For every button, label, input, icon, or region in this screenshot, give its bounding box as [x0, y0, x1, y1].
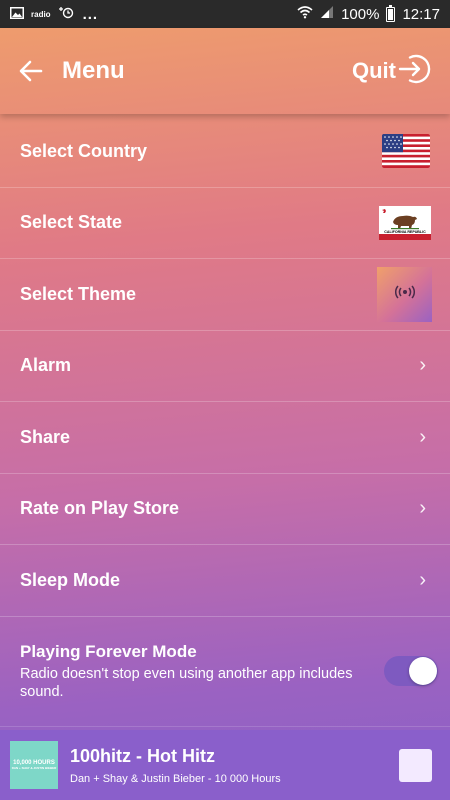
- menu-item-label: Alarm: [20, 355, 72, 376]
- california-flag-text: CALIFORNIA REPUBLIC: [384, 230, 426, 234]
- wifi-icon: [297, 5, 313, 23]
- album-art: 10,000 HOURS DAN + SHAY & JUSTIN BIEBER: [10, 741, 58, 789]
- california-flag-icon: CALIFORNIA REPUBLIC: [379, 205, 431, 240]
- forever-mode-toggle[interactable]: [384, 656, 438, 686]
- us-flag-icon: [382, 134, 430, 169]
- image-notification-icon: [10, 6, 24, 23]
- status-right: 100% 12:17: [297, 4, 440, 23]
- menu-item-select-country[interactable]: Select Country: [0, 116, 450, 188]
- battery-percent: 100%: [341, 5, 380, 23]
- radio-notification-label: radio: [31, 9, 51, 19]
- menu-item-label: Sleep Mode: [20, 569, 121, 590]
- quit-label: Quit: [352, 58, 396, 83]
- chevron-right-icon: ›: [419, 497, 426, 520]
- track-title: 100hitz - Hot Hitz: [70, 745, 216, 766]
- signal-icon: [320, 5, 334, 23]
- menu-item-label: Select Country: [20, 140, 148, 161]
- status-left: radio ...: [10, 5, 98, 23]
- menu-item-label: Rate on Play Store: [20, 498, 180, 519]
- chevron-right-icon: ›: [419, 425, 426, 448]
- theme-thumbnail: [377, 266, 432, 322]
- menu-item-rate-on-play-store[interactable]: Rate on Play Store ›: [0, 474, 450, 545]
- menu-item-share[interactable]: Share ›: [0, 402, 450, 474]
- playing-forever-mode-row: Playing Forever Mode Radio doesn't stop …: [0, 617, 450, 727]
- forever-mode-title: Playing Forever Mode: [20, 641, 197, 661]
- broadcast-icon: [394, 285, 415, 304]
- more-notifications: ...: [82, 5, 99, 23]
- forever-mode-description: Radio doesn't stop even using another ap…: [20, 665, 353, 700]
- exit-icon: [398, 52, 432, 91]
- track-info: 100hitz - Hot Hitz Dan + Shay & Justin B…: [70, 746, 399, 785]
- menu-item-alarm[interactable]: Alarm ›: [0, 331, 450, 402]
- quit-button[interactable]: Quit: [352, 52, 432, 91]
- album-art-subtitle: DAN + SHAY & JUSTIN BIEBER: [11, 766, 57, 770]
- menu-item-select-state[interactable]: Select State CALIFORNIA REPUBLIC: [0, 188, 450, 259]
- toggle-knob: [409, 657, 437, 685]
- menu-item-select-theme[interactable]: Select Theme: [0, 259, 450, 331]
- menu-item-sleep-mode[interactable]: Sleep Mode ›: [0, 545, 450, 617]
- menu-list: Select Country Select State CALIFORNIA R…: [0, 116, 450, 727]
- battery-icon: [386, 4, 396, 22]
- status-bar: radio ... 100% 12:17: [0, 0, 450, 28]
- mini-player[interactable]: 10,000 HOURS DAN + SHAY & JUSTIN BIEBER …: [0, 730, 450, 800]
- back-arrow-icon[interactable]: [18, 58, 44, 84]
- track-artist: Dan + Shay & Justin Bieber - 10 000 Hour…: [70, 772, 281, 785]
- page-title: Menu: [62, 57, 125, 84]
- menu-item-label: Select State: [20, 212, 123, 233]
- clock: 12:17: [402, 5, 440, 23]
- app-header: Menu Quit: [0, 28, 450, 114]
- chevron-right-icon: ›: [419, 354, 426, 377]
- menu-item-label: Select Theme: [20, 283, 137, 304]
- chevron-right-icon: ›: [419, 568, 426, 591]
- stop-button[interactable]: [399, 748, 432, 782]
- alarm-notification-icon: [58, 5, 76, 23]
- menu-item-label: Share: [20, 426, 71, 447]
